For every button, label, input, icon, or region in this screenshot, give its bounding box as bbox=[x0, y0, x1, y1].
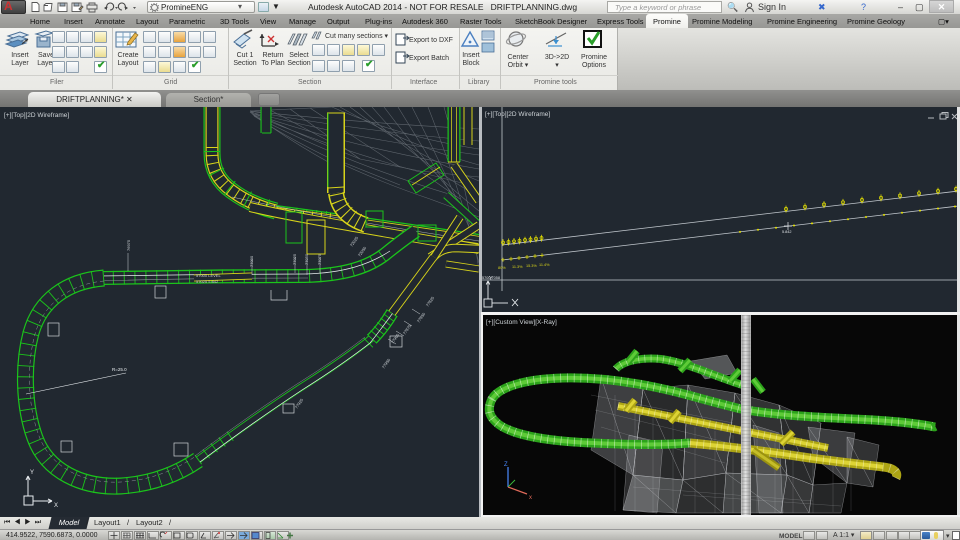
svg-text:57025 5.842: 57025 5.842 bbox=[196, 279, 219, 284]
svg-text:15.3%: 15.3% bbox=[526, 264, 537, 268]
svg-text:77000: 77000 bbox=[249, 255, 254, 267]
svg-text:5.842: 5.842 bbox=[782, 230, 792, 234]
svg-text:77075: 77075 bbox=[317, 253, 322, 265]
svg-text:11.3%: 11.3% bbox=[512, 265, 523, 269]
svg-text:Z: Z bbox=[504, 462, 508, 468]
svg-text:[+][Custom View][X-Ray]: [+][Custom View][X-Ray] bbox=[486, 319, 557, 326]
svg-text:76975: 76975 bbox=[126, 239, 131, 251]
svg-text:[+][Top][2D Wireframe]: [+][Top][2D Wireframe] bbox=[4, 112, 69, 119]
svg-text:[+][Top][2D Wireframe]: [+][Top][2D Wireframe] bbox=[485, 111, 550, 118]
svg-text:11.4%: 11.4% bbox=[539, 263, 550, 267]
svg-text:R=25.0: R=25.0 bbox=[112, 367, 127, 372]
svg-text:x: x bbox=[529, 495, 532, 501]
svg-text:Y: Y bbox=[489, 276, 493, 282]
svg-text:57000 LEVEL: 57000 LEVEL bbox=[196, 273, 221, 278]
svg-text:77050: 77050 bbox=[304, 253, 309, 265]
svg-text:Y: Y bbox=[30, 470, 34, 476]
svg-text:X: X bbox=[54, 503, 58, 509]
svg-text:80%: 80% bbox=[498, 266, 506, 270]
svg-text:77025: 77025 bbox=[292, 253, 297, 265]
